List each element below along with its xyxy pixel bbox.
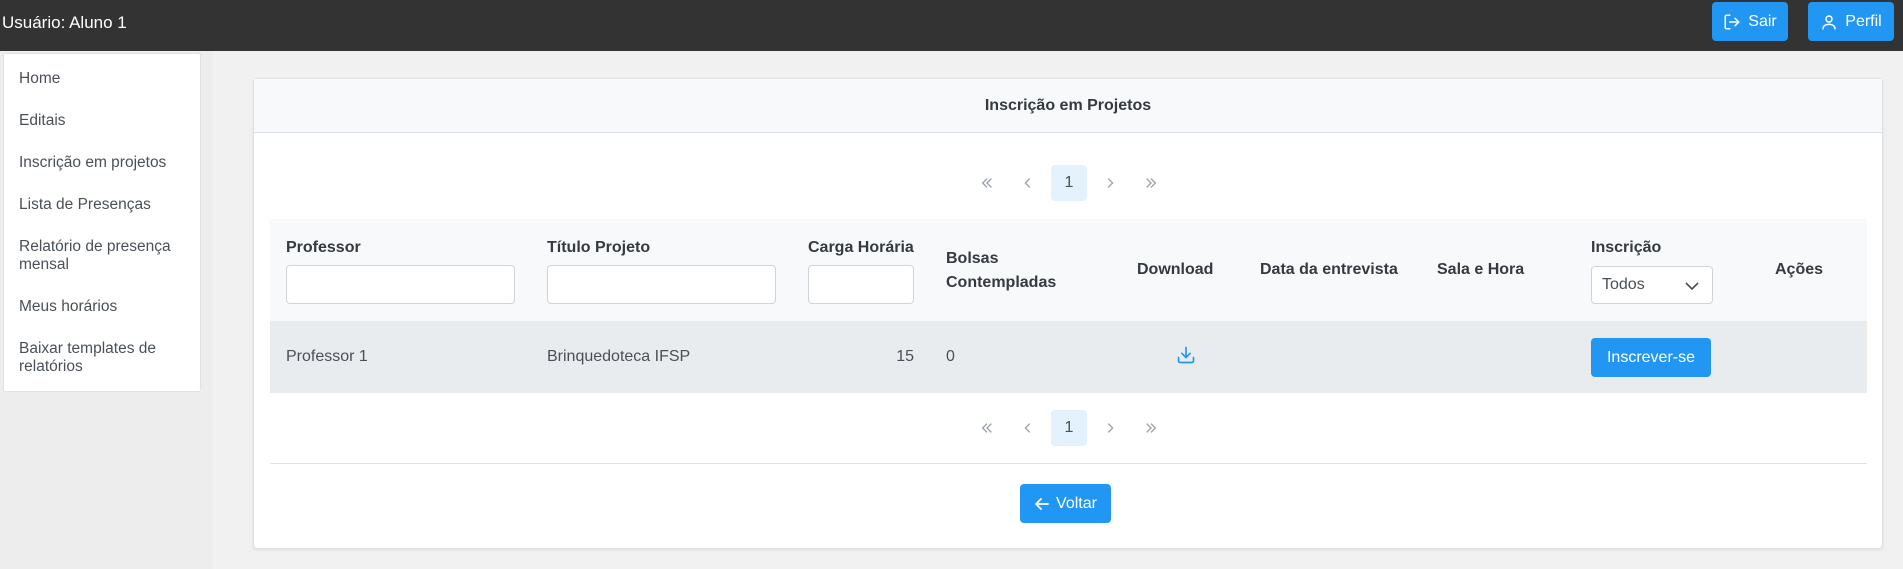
chevron-down-icon: [1685, 282, 1699, 291]
sidebar-item-meus-horarios[interactable]: Meus horários: [19, 298, 189, 316]
profile-label: Perfil: [1845, 12, 1882, 30]
first-page-icon[interactable]: [969, 410, 1005, 446]
cell-titulo: Brinquedoteca IFSP: [547, 348, 691, 365]
table-header: Professor Título Projeto Carga Horária B…: [270, 219, 1867, 321]
table-row: Professor 1 Brinquedoteca IFSP 15 0 Insc…: [270, 321, 1867, 393]
page-number-button[interactable]: 1: [1051, 410, 1087, 446]
first-page-icon[interactable]: [969, 165, 1005, 201]
user-icon: [1822, 14, 1837, 29]
profile-button[interactable]: Perfil: [1808, 2, 1894, 41]
sidebar-item-lista-presencas[interactable]: Lista de Presenças: [19, 196, 189, 214]
column-header-download: Download: [1137, 261, 1214, 278]
column-header-acoes: Ações: [1775, 261, 1824, 278]
professor-filter-input[interactable]: [286, 265, 515, 304]
sidebar-item-inscricao-projetos[interactable]: Inscrição em projetos: [19, 154, 189, 172]
top-bar: Usuário: Aluno 1 Sair Perfil: [0, 0, 1903, 51]
user-label: Usuário: Aluno 1: [2, 13, 127, 32]
previous-page-icon[interactable]: [1010, 410, 1046, 446]
sign-out-icon: [1724, 14, 1740, 29]
inscricao-filter-select[interactable]: Todos: [1591, 266, 1713, 304]
next-page-icon[interactable]: [1092, 165, 1128, 201]
last-page-icon[interactable]: [1133, 410, 1169, 446]
column-header-bolsas: Bolsas Contempladas: [946, 250, 1057, 291]
cell-bolsas: 0: [946, 348, 955, 365]
last-page-icon[interactable]: [1133, 165, 1169, 201]
paginator-bottom: 1: [969, 410, 1159, 446]
sidebar-menu: Home Editais Inscrição em projetos Lista…: [3, 53, 201, 392]
carga-filter-input[interactable]: [808, 265, 914, 304]
column-header-sala-hora: Sala e Hora: [1437, 261, 1525, 278]
footer-divider: [270, 463, 1867, 464]
column-header-carga: Carga Horária: [808, 239, 914, 256]
arrow-left-icon: [1035, 497, 1049, 510]
cell-carga: 15: [896, 348, 914, 365]
paginator-top: 1: [969, 165, 1159, 201]
titulo-filter-input[interactable]: [547, 265, 776, 304]
column-header-inscricao: Inscrição: [1591, 239, 1662, 256]
logout-button[interactable]: Sair: [1712, 2, 1788, 41]
next-page-icon[interactable]: [1092, 410, 1128, 446]
sidebar-item-relatorio-presenca[interactable]: Relatório de presença mensal: [19, 238, 189, 274]
cell-professor: Professor 1: [286, 348, 368, 365]
back-label: Voltar: [1056, 494, 1097, 512]
sidebar-item-editais[interactable]: Editais: [19, 112, 189, 130]
previous-page-icon[interactable]: [1010, 165, 1046, 201]
column-header-titulo: Título Projeto: [547, 239, 651, 256]
logout-label: Sair: [1748, 12, 1777, 30]
projects-card: Inscrição em Projetos 1 Professor Título…: [253, 78, 1883, 549]
inscricao-filter-value: Todos: [1602, 276, 1645, 293]
download-icon[interactable]: [1176, 345, 1196, 365]
card-title: Inscrição em Projetos: [254, 79, 1882, 133]
column-header-data-entrevista: Data da entrevista: [1260, 261, 1398, 278]
subscribe-button[interactable]: Inscrever-se: [1591, 338, 1711, 377]
page-number-button[interactable]: 1: [1051, 165, 1087, 201]
back-button[interactable]: Voltar: [1020, 484, 1111, 523]
sidebar-item-baixar-templates[interactable]: Baixar templates de relatórios: [19, 340, 189, 376]
column-header-professor: Professor: [286, 239, 361, 256]
sidebar-item-home[interactable]: Home: [19, 70, 189, 88]
